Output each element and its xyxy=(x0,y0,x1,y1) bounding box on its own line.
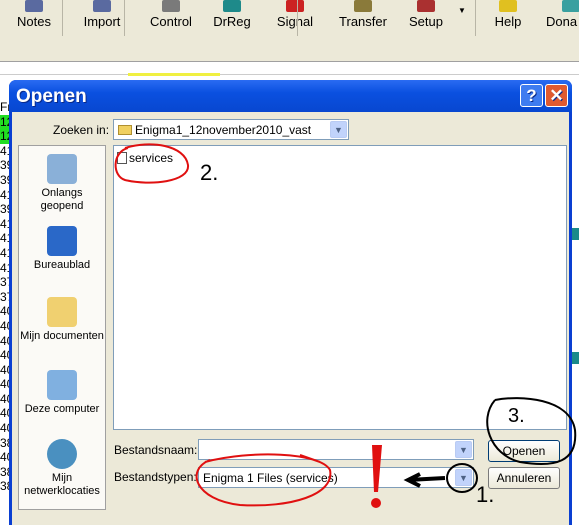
annotation-circle-services xyxy=(114,143,189,184)
annotation-arrow xyxy=(403,472,446,488)
annotation-exclaim xyxy=(372,445,382,492)
annotation-circle-filetype xyxy=(195,453,332,507)
annotation-overlay: 2. 1. 3. xyxy=(114,143,577,508)
annotation-step3: 3. xyxy=(508,405,525,427)
annotation-circle-dropdown xyxy=(446,463,478,493)
annotation-circle-open xyxy=(486,397,577,466)
annotation-step1: 1. xyxy=(476,482,494,507)
annotation-step2: 2. xyxy=(200,160,218,185)
